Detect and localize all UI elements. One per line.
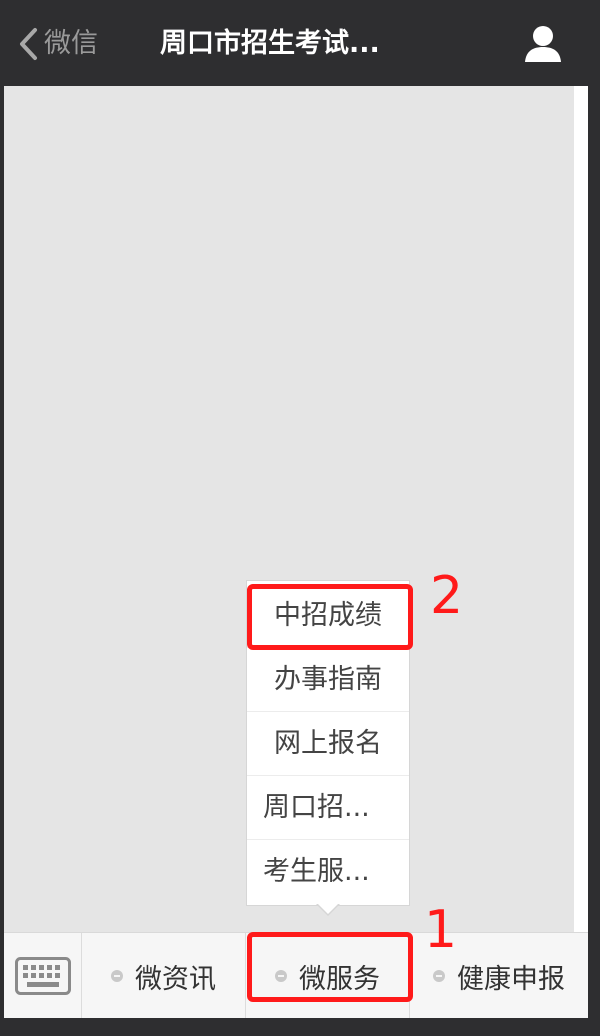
scrollbar[interactable] xyxy=(574,86,588,932)
submenu-item-candidate-service[interactable]: 考生服... xyxy=(247,841,409,903)
annotation-step-2: 2 xyxy=(430,566,464,626)
window-bottom-edge xyxy=(0,1018,600,1036)
menu-tab-label: 微资讯 xyxy=(135,963,216,995)
profile-button[interactable] xyxy=(524,24,562,64)
wechat-window: 微信 周口市招生考试... 微资讯 微服务 健康申报 中招成绩 办事指南 网上报… xyxy=(0,0,600,1036)
submenu-divider xyxy=(247,711,409,712)
title-bar: 微信 周口市招生考试... xyxy=(0,0,600,86)
annotation-highlight-exam-results xyxy=(247,584,413,650)
page-title: 周口市招生考试... xyxy=(160,28,380,59)
keyboard-toggle-button[interactable] xyxy=(4,933,82,1019)
menu-dot-icon xyxy=(433,970,445,982)
submenu-divider xyxy=(247,775,409,776)
submenu-item-zhoukou[interactable]: 周口招... xyxy=(247,777,409,839)
menu-tab-news[interactable]: 微资讯 xyxy=(82,933,246,1019)
annotation-highlight-services xyxy=(247,932,413,1002)
back-button[interactable]: 微信 xyxy=(18,24,98,64)
submenu-pointer-fill xyxy=(318,904,338,914)
menu-tab-label: 健康申报 xyxy=(457,963,565,995)
annotation-step-1: 1 xyxy=(424,900,458,960)
submenu-item-online-registration[interactable]: 网上报名 xyxy=(247,713,409,775)
user-icon xyxy=(525,26,561,62)
keyboard-icon xyxy=(14,957,71,995)
submenu-item-guide[interactable]: 办事指南 xyxy=(247,649,409,711)
submenu-divider xyxy=(247,839,409,840)
back-label: 微信 xyxy=(44,28,98,59)
chevron-left-icon xyxy=(20,28,37,60)
menu-dot-icon xyxy=(111,970,123,982)
